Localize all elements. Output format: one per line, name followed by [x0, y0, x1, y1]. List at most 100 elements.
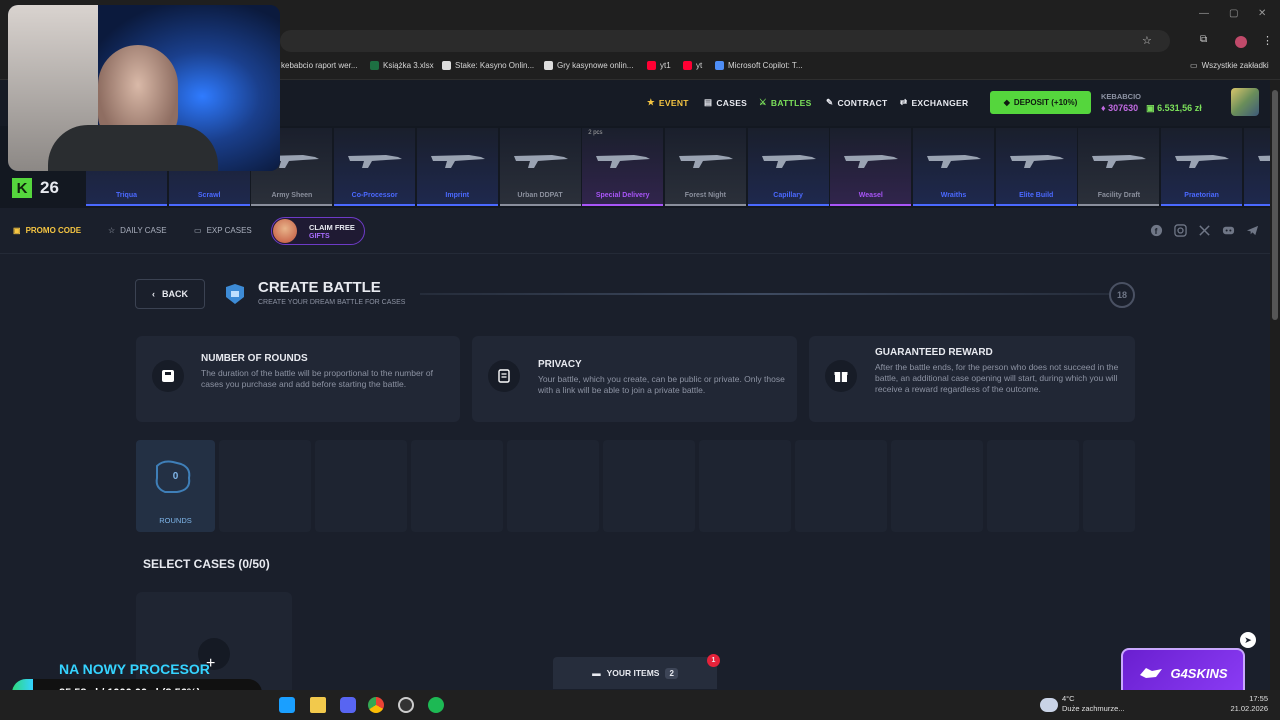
weapon-icon: [761, 155, 816, 168]
file-explorer-icon[interactable]: [310, 697, 326, 713]
bookmark-item[interactable]: Microsoft Copilot: T...: [715, 61, 803, 70]
weapon-icon: [678, 155, 733, 168]
live-drop-item[interactable]: Wraiths: [913, 128, 994, 206]
menu-icon[interactable]: ⋮: [1262, 34, 1273, 47]
user-avatar[interactable]: [1231, 88, 1259, 116]
bookmark-item[interactable]: Stake: Kasyno Onlin...: [442, 61, 534, 70]
live-drop-item[interactable]: Dra: [1243, 128, 1270, 206]
live-drop-item[interactable]: Imprint: [416, 128, 498, 206]
nav-event[interactable]: ★ EVENT: [647, 97, 689, 108]
profile-avatar[interactable]: [1235, 36, 1247, 48]
windows-taskbar: 4°C Duże zachmurze... 17:55 21.02.2026: [0, 690, 1280, 720]
spotify-icon[interactable]: [428, 697, 444, 713]
bookmark-star-icon[interactable]: ☆: [1142, 34, 1152, 47]
nav-cases[interactable]: ▤ CASES: [704, 97, 747, 108]
cases-icon: ▤: [704, 97, 713, 107]
clock[interactable]: 17:55 21.02.2026: [1226, 694, 1268, 714]
send-icon[interactable]: ➤: [1240, 632, 1256, 648]
level-number: 26: [40, 178, 59, 197]
chrome-icon[interactable]: [368, 697, 384, 713]
live-drop-item[interactable]: Special Delivery 2 pcs: [582, 128, 664, 206]
your-items-button[interactable]: ▬ YOUR ITEMS 2: [553, 657, 717, 689]
extensions-icon[interactable]: ⧉: [1200, 34, 1207, 45]
gems-balance: ♦ 307630: [1101, 103, 1139, 113]
minimize-icon[interactable]: —: [1199, 8, 1209, 19]
streamer-body: [48, 125, 218, 171]
live-drop-item[interactable]: Elite Build: [995, 128, 1077, 206]
page-scrollbar[interactable]: [1270, 80, 1280, 690]
username: KEBABCIO: [1101, 92, 1142, 101]
nav-contract[interactable]: ✎ CONTRACT: [826, 97, 888, 108]
weapon-icon: [513, 155, 568, 168]
nav-exchanger[interactable]: ⇄ EXCHANGER: [900, 97, 968, 108]
live-drop-item[interactable]: Capillary: [747, 128, 829, 206]
excel-icon: [370, 61, 379, 70]
battles-icon: ⚔: [759, 97, 767, 107]
weapon-icon: [596, 155, 651, 168]
star-outline-icon: ☆: [108, 226, 116, 235]
page-subtitle: CREATE YOUR DREAM BATTLE FOR CASES: [258, 299, 406, 306]
money-balance: ▣ 6.531,56 zł: [1146, 103, 1202, 113]
round-slot: [603, 440, 695, 532]
exp-cases-link[interactable]: ▭ EXP CASES: [194, 226, 252, 235]
folder-icon: ▭: [1190, 61, 1198, 70]
weapon-icon: [1175, 155, 1230, 168]
claim-gifts-button[interactable]: CLAIM FREE GIFTS: [271, 217, 365, 245]
live-drop-item[interactable]: Weasel: [830, 128, 912, 206]
facebook-icon[interactable]: f: [1150, 224, 1163, 237]
weapon-icon: [430, 155, 485, 168]
select-cases-heading: SELECT CASES (0/50): [143, 557, 270, 571]
bookmark-item[interactable]: Książka 3.xlsx: [370, 61, 434, 70]
bookmark-item[interactable]: Gry kasynowe onlin...: [544, 61, 633, 70]
bookmark-item[interactable]: yt1: [647, 61, 671, 70]
chevron-left-icon: ‹: [152, 289, 155, 299]
round-slot: [795, 440, 887, 532]
deposit-button[interactable]: ◆ DEPOSIT (+10%): [990, 91, 1091, 114]
round-slot: [411, 440, 503, 532]
close-icon[interactable]: ✕: [1258, 8, 1266, 19]
weather-widget[interactable]: 4°C Duże zachmurze...: [1062, 694, 1125, 714]
live-drop-item[interactable]: Forest Night: [664, 128, 746, 206]
info-card-privacy: PRIVACY Your battle, which you create, c…: [472, 336, 797, 422]
telegram-icon[interactable]: [1246, 224, 1259, 237]
scrollbar-thumb[interactable]: [1272, 90, 1278, 320]
svg-text:f: f: [1155, 226, 1158, 236]
address-bar[interactable]: [280, 30, 1170, 52]
daily-case-link[interactable]: ☆ DAILY CASE: [108, 226, 167, 235]
webcam-overlay: [8, 5, 280, 171]
weapon-icon: [1092, 155, 1147, 168]
instagram-icon[interactable]: [1174, 224, 1187, 237]
obs-icon[interactable]: [398, 697, 414, 713]
live-drop-item[interactable]: Facility Draft: [1078, 128, 1160, 206]
round-slot: [891, 440, 983, 532]
wallet-icon: ◆: [1003, 98, 1010, 107]
weapon-icon: [348, 155, 403, 168]
bookmark-item[interactable]: kebabcio raport wer...: [268, 61, 357, 70]
copilot-icon: [715, 61, 724, 70]
back-button[interactable]: ‹ BACK: [135, 279, 205, 309]
plus-icon: +: [206, 655, 216, 672]
discord-app-icon[interactable]: [340, 697, 356, 713]
steam-icon[interactable]: [279, 697, 295, 713]
user-info[interactable]: KEBABCIO ♦ 307630 ▣ 6.531,56 zł: [1101, 92, 1202, 114]
promo-code-link[interactable]: ▣ PROMO CODE: [13, 226, 81, 235]
wallet-icon: ▣: [1146, 103, 1158, 113]
level-badge[interactable]: K 26: [4, 170, 84, 206]
nav-battles[interactable]: ⚔ BATTLES: [759, 97, 812, 108]
discord-icon[interactable]: [1222, 224, 1235, 237]
rounds-icon: [152, 360, 184, 392]
weapon-icon: [1257, 155, 1270, 161]
maximize-icon[interactable]: ▢: [1229, 8, 1238, 19]
all-bookmarks-folder[interactable]: ▭ Wszystkie zakładki: [1190, 61, 1269, 70]
live-drop-item[interactable]: Co-Processor: [334, 128, 416, 206]
star-icon: ★: [647, 97, 655, 107]
wolf-icon: [1140, 668, 1163, 678]
live-drop-item[interactable]: Urban DDPAT: [499, 128, 581, 206]
round-slot: [1083, 440, 1135, 532]
rounds-label: ROUNDS: [159, 516, 192, 525]
live-drop-item[interactable]: Praetorian: [1161, 128, 1243, 206]
bookmark-item[interactable]: yt: [683, 61, 702, 70]
battle-logo-icon: [226, 284, 244, 304]
x-twitter-icon[interactable]: [1198, 224, 1211, 237]
notification-badge: 1: [707, 654, 720, 667]
